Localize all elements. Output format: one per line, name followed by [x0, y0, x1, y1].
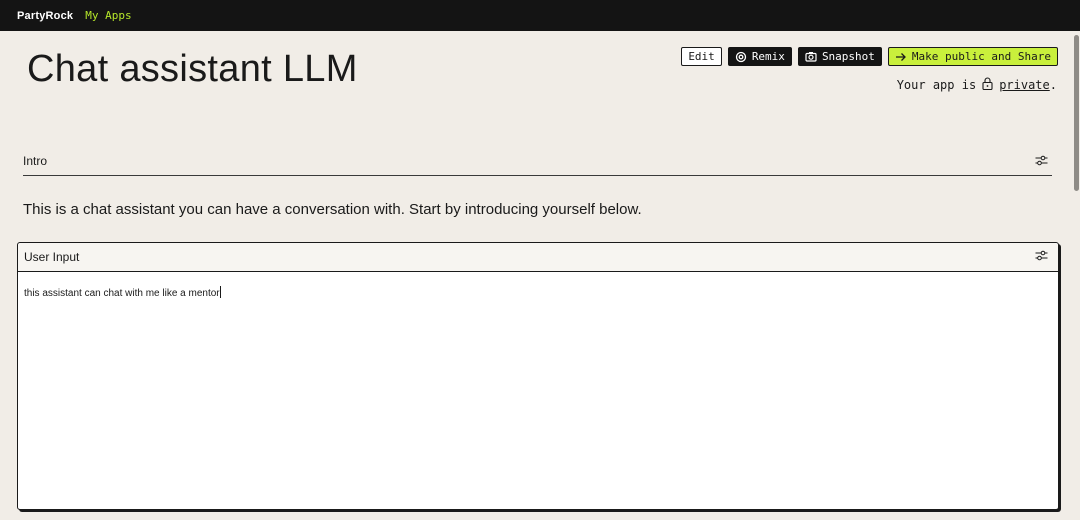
- privacy-status: Your app is private.: [897, 77, 1057, 93]
- remix-button-label: Remix: [751, 50, 785, 63]
- remix-icon: [735, 51, 747, 63]
- user-input-value: this assistant can chat with me like a m…: [24, 288, 220, 299]
- intro-section-header: Intro: [23, 150, 1052, 176]
- privacy-prefix: Your app is: [896, 78, 977, 92]
- user-input-widget: User Input this assistant can chat with …: [17, 242, 1059, 510]
- user-input-header: User Input: [18, 243, 1058, 272]
- sliders-icon[interactable]: [1035, 248, 1048, 266]
- page-title: Chat assistant LLM: [27, 48, 358, 90]
- make-public-share-button[interactable]: Make public and Share: [887, 47, 1058, 66]
- action-toolbar: Edit Remix Snapshot Make public and Shar…: [681, 47, 1058, 66]
- top-bar: PartyRock My Apps: [0, 0, 1080, 31]
- text-cursor: [219, 286, 221, 298]
- lock-icon: [982, 77, 993, 93]
- intro-text: This is a chat assistant you can have a …: [23, 201, 642, 218]
- my-apps-link[interactable]: My Apps: [85, 9, 131, 22]
- intro-label: Intro: [23, 154, 48, 168]
- snapshot-button[interactable]: Snapshot: [797, 47, 882, 66]
- camera-icon: [805, 51, 817, 62]
- remix-button[interactable]: Remix: [727, 47, 792, 66]
- edit-button-label: Edit: [688, 50, 715, 63]
- privacy-status-link[interactable]: private: [999, 78, 1050, 92]
- brand-logo[interactable]: PartyRock: [17, 10, 73, 22]
- sliders-icon[interactable]: [1035, 153, 1048, 171]
- privacy-suffix: .: [1049, 78, 1057, 92]
- snapshot-button-label: Snapshot: [821, 50, 875, 63]
- scrollbar-thumb[interactable]: [1074, 35, 1079, 191]
- arrow-right-icon: [895, 52, 907, 62]
- user-input-textarea[interactable]: this assistant can chat with me like a m…: [18, 272, 1058, 312]
- user-input-label: User Input: [24, 250, 80, 264]
- edit-button[interactable]: Edit: [681, 47, 722, 66]
- share-button-label: Make public and Share: [911, 50, 1051, 63]
